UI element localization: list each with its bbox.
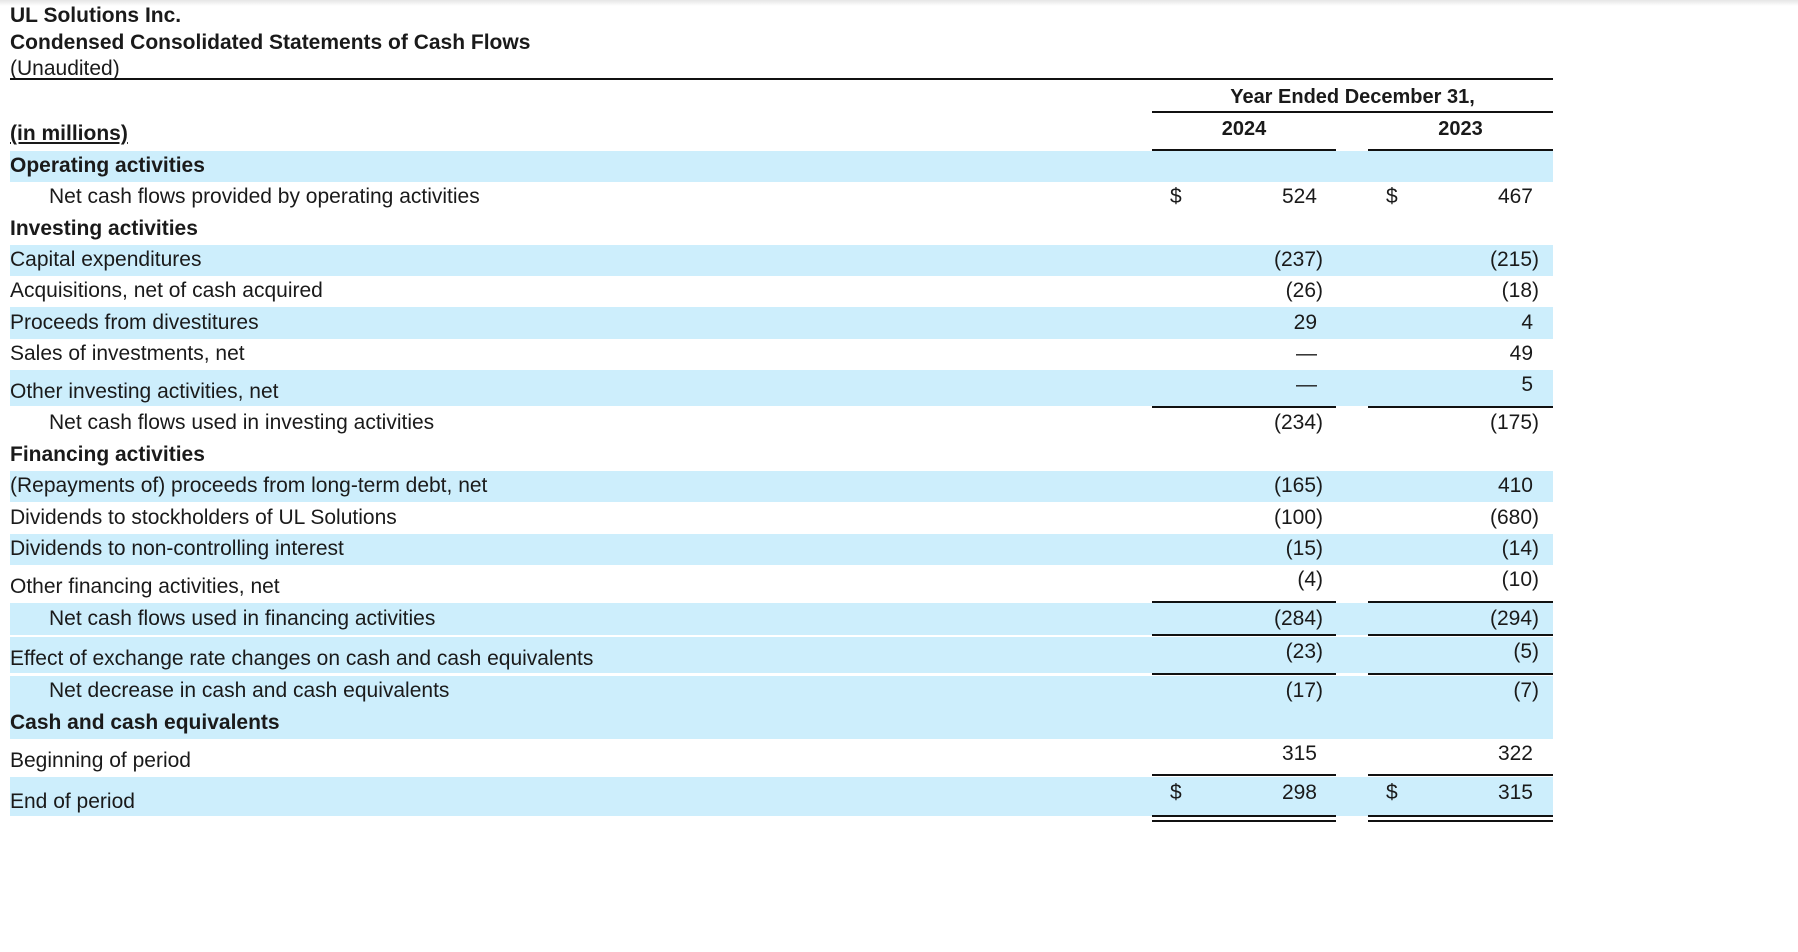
value-2024: (237)	[1273, 248, 1323, 271]
currency-symbol: $	[1386, 185, 1398, 208]
currency-symbol: $	[1386, 781, 1398, 804]
row-label: Effect of exchange rate changes on cash …	[10, 647, 594, 670]
value-2024: —	[1296, 342, 1317, 365]
row-label: Dividends to non-controlling interest	[10, 537, 344, 560]
table-row-capex: Capital expenditures (237) (215)	[10, 245, 1553, 276]
year-2023-header: 2023	[1368, 115, 1553, 151]
row-label: Net cash flows used in investing activit…	[49, 411, 435, 434]
table-row-fx-effect: Effect of exchange rate changes on cash …	[10, 637, 1553, 673]
value-2023: (5)	[1513, 640, 1539, 663]
value-2023: (215)	[1489, 248, 1539, 271]
value-2024: (4)	[1297, 568, 1323, 591]
section-heading-investing: Investing activities	[10, 213, 1553, 245]
subtotal-rule-2024	[1152, 601, 1336, 603]
row-label: Beginning of period	[10, 749, 191, 772]
section-label: Cash and cash equivalents	[10, 711, 280, 734]
units-label: (in millions)	[10, 122, 128, 145]
subtotal-rule-2024	[1152, 634, 1336, 636]
table-row-dividends-nci: Dividends to non-controlling interest (1…	[10, 534, 1553, 565]
table-row-investing-net: Net cash flows used in investing activit…	[10, 408, 1553, 439]
value-2024: (17)	[1285, 679, 1323, 702]
table-row-acquisitions: Acquisitions, net of cash acquired (26) …	[10, 276, 1553, 307]
total-double-rule-2023	[1368, 815, 1553, 822]
row-label: Proceeds from divestitures	[10, 311, 259, 334]
row-label: Acquisitions, net of cash acquired	[10, 279, 323, 302]
section-label: Financing activities	[10, 443, 205, 466]
table-row-net-decrease: Net decrease in cash and cash equivalent…	[10, 676, 1553, 707]
subtotal-rule-2024	[1152, 673, 1336, 675]
row-label: Other investing activities, net	[10, 380, 279, 403]
value-2023: (7)	[1513, 679, 1539, 702]
value-2023: (680)	[1489, 506, 1539, 529]
table-row-financing-net: Net cash flows used in financing activit…	[10, 603, 1553, 635]
value-2023: (18)	[1501, 279, 1539, 302]
row-label: End of period	[10, 790, 135, 813]
value-2024: 29	[1293, 311, 1317, 334]
value-2024: (284)	[1273, 607, 1323, 630]
value-2024: 315	[1281, 742, 1317, 765]
value-2023: (14)	[1501, 537, 1539, 560]
value-2024: —	[1296, 373, 1317, 396]
currency-symbol: $	[1170, 185, 1182, 208]
value-2023: 5	[1521, 373, 1533, 396]
value-2023: (294)	[1489, 607, 1539, 630]
section-heading-cash: Cash and cash equivalents	[10, 707, 1553, 739]
header-rule	[10, 78, 1553, 80]
row-label: Net cash flows provided by operating act…	[49, 185, 480, 208]
value-2023: 49	[1509, 342, 1533, 365]
company-name: UL Solutions Inc.	[10, 4, 182, 27]
table-row-end-of-period: End of period $ 298 $ 315	[10, 777, 1553, 816]
subtotal-rule-2023	[1368, 634, 1553, 636]
value-2024: (15)	[1285, 537, 1323, 560]
statement-title: Condensed Consolidated Statements of Cas…	[10, 31, 531, 54]
table-row-divestitures: Proceeds from divestitures 29 4	[10, 307, 1553, 339]
table-row-long-term-debt: (Repayments of) proceeds from long-term …	[10, 471, 1553, 502]
row-label: Net cash flows used in financing activit…	[49, 607, 436, 630]
currency-symbol: $	[1170, 781, 1182, 804]
section-heading-financing: Financing activities	[10, 439, 1553, 471]
table-row-beginning-of-period: Beginning of period 315 322	[10, 739, 1553, 775]
total-double-rule-2024	[1152, 815, 1336, 822]
subtotal-rule-2024	[1152, 774, 1336, 776]
value-2023: 4	[1521, 311, 1533, 334]
row-label: (Repayments of) proceeds from long-term …	[10, 474, 488, 497]
value-2024: (165)	[1273, 474, 1323, 497]
row-label: Net decrease in cash and cash equivalent…	[49, 679, 450, 702]
row-label: Sales of investments, net	[10, 342, 245, 365]
row-label: Other financing activities, net	[10, 575, 280, 598]
row-label: Capital expenditures	[10, 248, 202, 271]
table-row-operating-net: Net cash flows provided by operating act…	[10, 182, 1553, 213]
top-shadow	[0, 0, 1798, 6]
table-row-other-investing: Other investing activities, net — 5	[10, 370, 1553, 406]
value-2024: (100)	[1273, 506, 1323, 529]
value-2024: 298	[1281, 781, 1317, 804]
section-label: Operating activities	[10, 154, 205, 177]
value-2024: (234)	[1273, 411, 1323, 434]
value-2024: 524	[1281, 185, 1317, 208]
value-2024: (26)	[1285, 279, 1323, 302]
value-2024: (23)	[1285, 640, 1323, 663]
subtotal-rule-2023	[1368, 601, 1553, 603]
section-label: Investing activities	[10, 217, 198, 240]
table-row-sales-investments: Sales of investments, net — 49	[10, 339, 1553, 370]
value-2023: 467	[1497, 185, 1533, 208]
value-2023: 322	[1497, 742, 1533, 765]
period-header: Year Ended December 31,	[1152, 83, 1553, 113]
year-2024-header: 2024	[1152, 115, 1336, 151]
table-row-dividends-stockholders: Dividends to stockholders of UL Solution…	[10, 502, 1553, 534]
subtotal-rule-2023	[1368, 673, 1553, 675]
row-label: Dividends to stockholders of UL Solution…	[10, 506, 397, 529]
table-row-other-financing: Other financing activities, net (4) (10)	[10, 565, 1553, 601]
value-2023: (175)	[1489, 411, 1539, 434]
value-2023: (10)	[1501, 568, 1539, 591]
value-2023: 315	[1497, 781, 1533, 804]
section-heading-operating: Operating activities	[10, 151, 1553, 182]
value-2023: 410	[1497, 474, 1533, 497]
subtotal-rule-2023	[1368, 774, 1553, 776]
